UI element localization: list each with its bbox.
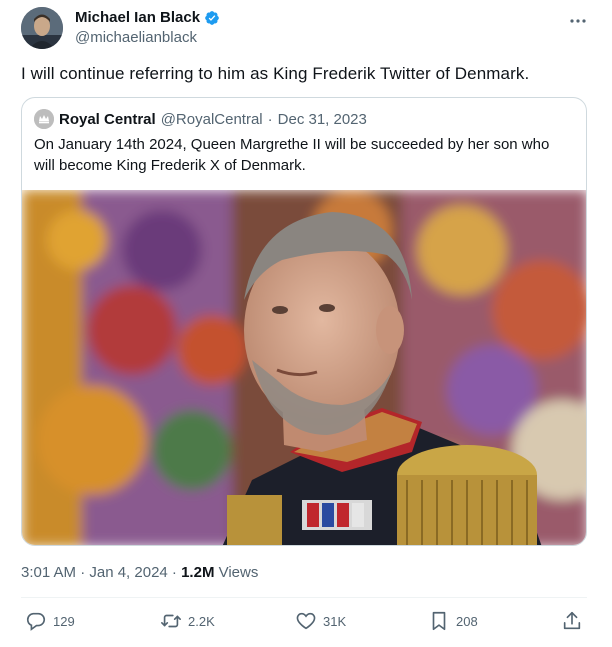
author-name-row: Michael Ian Black <box>75 9 220 26</box>
verified-badge-icon <box>205 10 219 25</box>
tweet-text: I will continue referring to him as King… <box>21 64 530 83</box>
author-handle[interactable]: @michaelianblack <box>75 29 197 46</box>
bookmark-icon <box>432 611 446 631</box>
share-button[interactable] <box>561 610 583 632</box>
repost-count: 2.2K <box>188 613 215 629</box>
quoted-tweet-text: On January 14th 2024, Queen Margrethe II… <box>34 136 550 174</box>
quoted-author-handle: @RoyalCentral <box>160 110 263 128</box>
bookmark-count: 208 <box>456 613 478 629</box>
action-bar: 129 2.2K 31K 208 <box>21 610 587 636</box>
tweet-timestamp: 3:01 AM · Jan 4, 2024 · 1.2M Views <box>21 564 258 581</box>
repost-button[interactable]: 2.2K <box>160 610 215 632</box>
share-icon <box>563 611 581 630</box>
bookmark-button[interactable]: 208 <box>428 610 478 632</box>
repost-icon <box>161 614 181 628</box>
reply-count: 129 <box>53 613 75 629</box>
like-count: 31K <box>323 613 347 629</box>
quoted-tweet-image[interactable] <box>22 190 586 545</box>
views-count: 1.2M <box>181 564 215 581</box>
tweet-time-date[interactable]: 3:01 AM · Jan 4, 2024 · <box>21 564 181 581</box>
quoted-separator: · <box>267 110 273 128</box>
quoted-author-avatar[interactable] <box>34 109 54 129</box>
heart-icon <box>296 612 316 630</box>
reply-button[interactable]: 129 <box>25 610 75 632</box>
tweet-card: Michael Ian Black @michaelianblack I wil… <box>0 0 612 647</box>
quoted-author-name[interactable]: Royal Central <box>59 111 156 128</box>
author-display-name[interactable]: Michael Ian Black <box>75 9 200 26</box>
author-avatar[interactable] <box>21 7 63 49</box>
reply-icon <box>26 612 46 631</box>
quoted-tweet[interactable]: Royal Central @RoyalCentral · Dec 31, 20… <box>21 97 587 546</box>
views-label: Views <box>214 564 259 581</box>
quoted-date[interactable]: Dec 31, 2023 <box>278 111 367 128</box>
like-button[interactable]: 31K <box>295 610 346 632</box>
divider <box>21 597 587 598</box>
more-options-icon[interactable] <box>569 12 587 30</box>
quoted-tweet-header: Royal Central @RoyalCentral · Dec 31, 20… <box>34 109 367 129</box>
